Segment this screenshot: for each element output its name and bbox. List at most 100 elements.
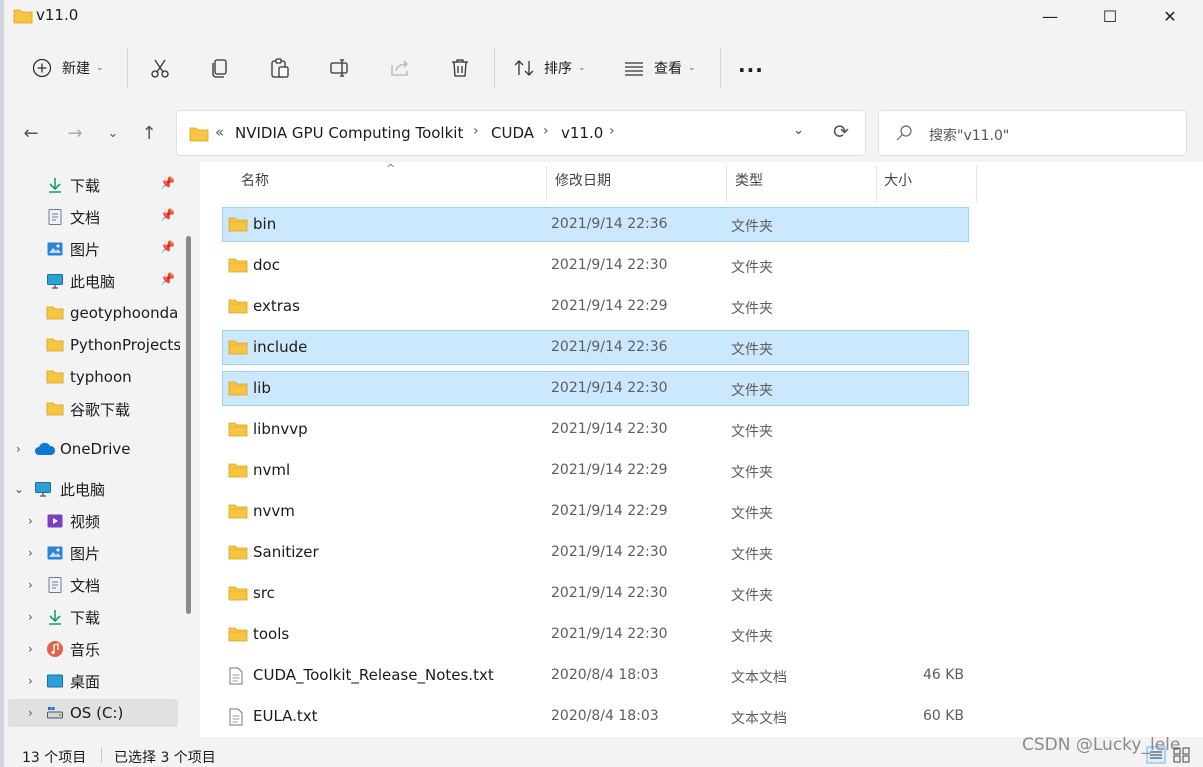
refresh-button[interactable]: ⟳ [833, 121, 849, 143]
chevron-right-icon[interactable]: › [28, 546, 33, 560]
minimize-button[interactable]: — [1020, 0, 1080, 32]
sidebar-item-pc-documents[interactable]: › 文档 [4, 571, 180, 599]
back-button[interactable]: ← [16, 118, 46, 148]
search-input[interactable]: 搜索"v11.0" [878, 110, 1187, 156]
breadcrumb-item[interactable]: NVIDIA GPU Computing Toolkit [235, 124, 463, 142]
recent-locations-button[interactable]: ⌄ [98, 118, 128, 148]
text-file-icon [228, 708, 244, 730]
sidebar-item-this-pc-pinned[interactable]: 此电脑 📌 [4, 267, 180, 295]
column-header-size[interactable]: 大小 [884, 170, 912, 200]
folder-icon [228, 298, 248, 318]
column-header-date[interactable]: 修改日期 [555, 170, 611, 200]
status-divider [101, 747, 102, 763]
view-button[interactable]: 查看 ⌄ [618, 52, 696, 84]
chevron-right-icon[interactable]: › [473, 123, 479, 139]
sidebar-scrollbar-thumb[interactable] [186, 236, 191, 614]
file-name: extras [253, 297, 300, 315]
chevron-right-icon[interactable]: › [16, 442, 21, 456]
address-dropdown-button[interactable]: ⌄ [793, 123, 804, 138]
cut-button[interactable] [144, 52, 176, 84]
column-divider[interactable] [976, 166, 977, 202]
copy-button[interactable] [204, 52, 236, 84]
sidebar-item-downloads[interactable]: 下载 📌 [4, 171, 180, 199]
file-explorer-window: v11.0 — ☐ ✕ 新建 ⌄ 排序 ⌄ 查看 ⌄ ··· ← → ⌄ ↑ «… [4, 0, 1203, 767]
file-type: 文件夹 [731, 342, 773, 358]
sidebar-item-this-pc[interactable]: ⌄ 此电脑 [4, 475, 180, 503]
breadcrumb-item[interactable]: v11.0 [561, 124, 603, 142]
folder-icon [228, 339, 248, 359]
folder-icon [13, 9, 33, 24]
chevron-right-icon[interactable]: › [28, 610, 33, 624]
rename-icon [324, 52, 356, 84]
sidebar-item-os-c[interactable]: › OS (C:) [8, 699, 178, 727]
address-bar[interactable]: « NVIDIA GPU Computing Toolkit › CUDA › … [176, 110, 866, 156]
chevron-right-icon[interactable]: › [28, 578, 33, 592]
breadcrumb-item[interactable]: CUDA [491, 124, 534, 142]
video-icon [47, 514, 63, 528]
column-header-type[interactable]: 类型 [735, 170, 763, 200]
column-divider[interactable] [546, 166, 547, 202]
more-options-button[interactable]: ··· [738, 58, 764, 82]
file-row[interactable]: include 2021/9/14 22:36 文件夹 [222, 330, 969, 365]
up-button[interactable]: ↑ [134, 118, 164, 148]
sort-button[interactable]: 排序 ⌄ [508, 52, 586, 84]
file-row[interactable]: lib 2021/9/14 22:30 文件夹 [222, 371, 969, 406]
chevron-right-icon[interactable]: › [28, 706, 33, 720]
column-divider[interactable] [876, 166, 877, 202]
sidebar-item-geotyphoonda[interactable]: geotyphoonda [4, 299, 180, 327]
sidebar-item-desktop[interactable]: › 桌面 [4, 667, 180, 695]
sidebar-item-pythonprojects[interactable]: PythonProjects [4, 331, 180, 359]
file-name: bin [253, 215, 277, 233]
forward-button[interactable]: → [60, 118, 90, 148]
file-row[interactable]: doc 2021/9/14 22:30 文件夹 [222, 248, 969, 283]
sidebar-item-music[interactable]: › 音乐 [4, 635, 180, 663]
computer-icon [35, 482, 51, 497]
sidebar-item-pc-pictures[interactable]: › 图片 [4, 539, 180, 567]
sidebar-item-google-downloads[interactable]: 谷歌下载 [4, 395, 180, 423]
sidebar-item-documents[interactable]: 文档 📌 [4, 203, 180, 231]
file-name: nvml [253, 461, 291, 479]
desktop-icon [47, 674, 63, 688]
file-name: Sanitizer [253, 543, 319, 561]
paste-button[interactable] [264, 52, 296, 84]
delete-button[interactable] [444, 52, 476, 84]
chevron-down-icon: ⌄ [96, 63, 104, 73]
sidebar-item-pictures[interactable]: 图片 📌 [4, 235, 180, 263]
file-row[interactable]: libnvvp 2021/9/14 22:30 文件夹 [222, 412, 969, 447]
sidebar-item-pc-downloads[interactable]: › 下载 [4, 603, 180, 631]
sidebar-item-videos[interactable]: › 视频 [4, 507, 180, 535]
file-row[interactable]: nvvm 2021/9/14 22:29 文件夹 [222, 494, 969, 529]
toolbar-divider [127, 48, 128, 88]
file-row[interactable]: nvml 2021/9/14 22:29 文件夹 [222, 453, 969, 488]
maximize-button[interactable]: ☐ [1080, 0, 1140, 32]
file-row[interactable]: extras 2021/9/14 22:29 文件夹 [222, 289, 969, 324]
download-icon [49, 610, 61, 625]
file-row[interactable]: src 2021/9/14 22:30 文件夹 [222, 576, 969, 611]
chevron-right-icon[interactable]: › [609, 123, 615, 139]
folder-icon [228, 626, 248, 646]
chevron-right-icon[interactable]: › [543, 123, 549, 139]
navigation-pane: 下载 📌 文档 📌 图片 📌 此电脑 📌 geotyphoonda Python… [4, 162, 194, 737]
sidebar-item-typhoon[interactable]: typhoon [4, 363, 180, 391]
music-icon [47, 641, 63, 657]
sidebar-item-onedrive[interactable]: › OneDrive [4, 435, 180, 463]
chevron-right-icon[interactable]: › [28, 514, 33, 528]
file-date: 2021/9/14 22:29 [551, 462, 668, 478]
chevron-right-icon[interactable]: › [28, 642, 33, 656]
file-row[interactable]: EULA.txt 2020/8/4 18:03 文本文档 60 KB [222, 699, 969, 734]
file-row[interactable]: bin 2021/9/14 22:36 文件夹 [222, 207, 969, 242]
chevron-down-icon: ⌄ [578, 63, 586, 73]
column-header-name[interactable]: 名称 [241, 170, 269, 200]
column-divider[interactable] [726, 166, 727, 202]
new-button[interactable]: 新建 ⌄ [26, 52, 104, 84]
file-row[interactable]: tools 2021/9/14 22:30 文件夹 [222, 617, 969, 652]
sidebar-item-label: PythonProjects [70, 336, 180, 354]
chevron-down-icon[interactable]: ⌄ [14, 482, 24, 496]
close-button[interactable]: ✕ [1140, 0, 1200, 32]
file-row[interactable]: CUDA_Toolkit_Release_Notes.txt 2020/8/4 1… [222, 658, 969, 693]
chevron-right-icon[interactable]: › [28, 674, 33, 688]
breadcrumb-overflow[interactable]: « [215, 123, 224, 141]
share-button[interactable] [384, 52, 416, 84]
file-row[interactable]: Sanitizer 2021/9/14 22:30 文件夹 [222, 535, 969, 570]
rename-button[interactable] [324, 52, 356, 84]
